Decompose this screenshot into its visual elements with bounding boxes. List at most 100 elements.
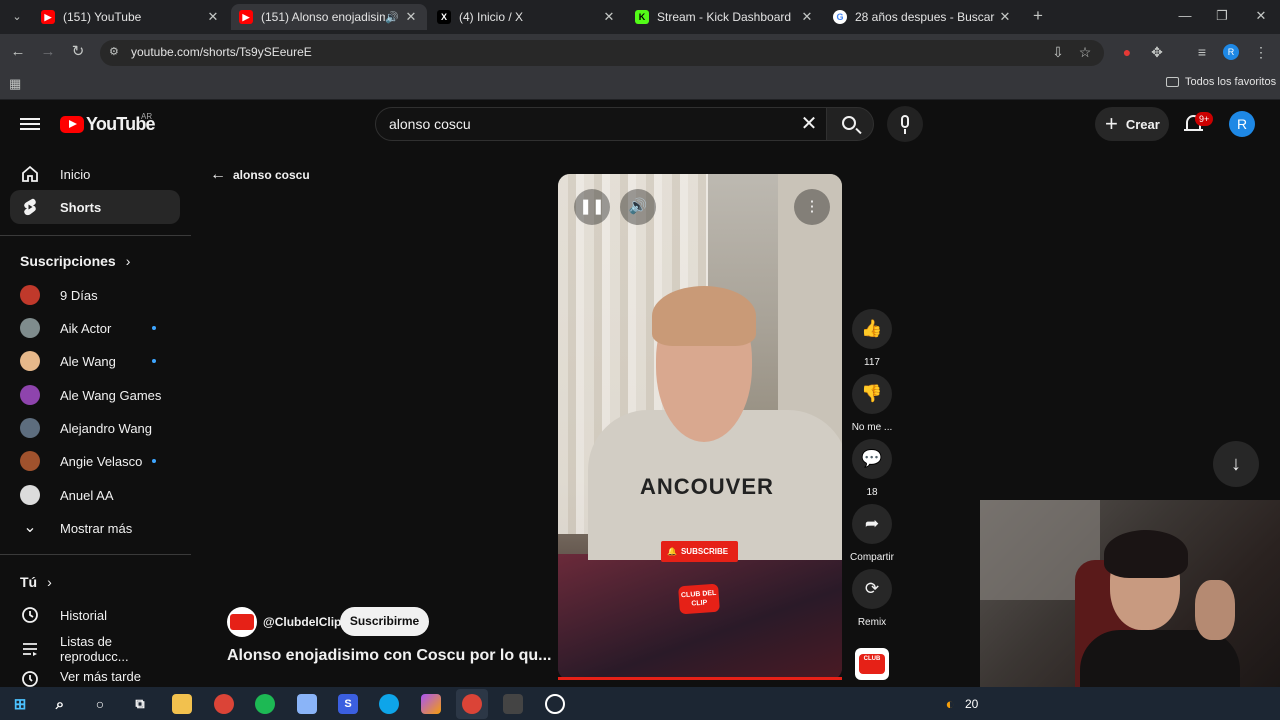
volume-icon[interactable]: 🔊 [620,189,656,225]
app-s-icon[interactable]: S [338,694,358,714]
menu-dots-icon[interactable]: ⋮ [1252,43,1270,61]
tray-app-icon[interactable]: ◐ [940,694,960,714]
create-button[interactable]: + Crear [1095,107,1169,141]
share-icon[interactable]: ➦ [852,504,892,544]
profile-avatar[interactable]: R [1223,44,1239,60]
next-short-button[interactable]: ↓ [1213,441,1259,487]
subscription-item[interactable]: 9 Días [10,278,180,312]
like-action[interactable]: 👍 117 [852,309,892,368]
clear-search-icon[interactable]: ✕ [798,113,820,135]
dislike-action[interactable]: 👎 No me ... [852,374,892,433]
close-window-button[interactable]: ✕ [1251,6,1271,26]
subscription-item[interactable]: Alejandro Wang [10,411,180,445]
minimize-button[interactable]: — [1175,6,1195,26]
extensions-puzzle-icon[interactable]: ✥ [1148,43,1166,61]
create-label: Crear [1125,116,1160,132]
close-tab-icon[interactable]: ✕ [403,9,419,25]
share-action[interactable]: ➦ Compartir [850,504,894,563]
sidebar-item-playlists[interactable]: Listas de reproducc... [10,632,180,666]
subscribe-button[interactable]: Suscribirme [340,607,429,636]
pause-button[interactable]: ❚❚ [574,189,610,225]
close-tab-icon[interactable]: ✕ [799,9,815,25]
tab-youtube[interactable]: ▶ (151) YouTube ✕ [33,4,229,30]
reload-icon[interactable]: ↻ [68,42,88,62]
tab-search-dropdown[interactable]: ⌄ [6,7,28,27]
voice-search-button[interactable] [887,106,923,142]
url-text[interactable]: youtube.com/shorts/Ts9ySEeureE [131,45,312,59]
thumbs-up-icon[interactable]: 👍 [852,309,892,349]
dislike-label: No me ... [851,422,893,433]
hamburger-menu-icon[interactable] [20,115,40,133]
tab-kick[interactable]: K Stream - Kick Dashboard ✕ [627,4,823,30]
account-avatar[interactable]: R [1229,111,1255,137]
apps-grid-icon[interactable]: ▦ [9,77,23,91]
webcam-overlay [980,500,1280,688]
channel-avatar[interactable] [227,607,257,637]
notes-icon[interactable] [297,694,317,714]
obs-icon[interactable] [545,694,565,714]
tab-google[interactable]: G 28 años despues - Buscar con G ✕ [825,4,1021,30]
remix-action[interactable]: ⟳ Remix [852,569,892,628]
close-tab-icon[interactable]: ✕ [997,9,1013,25]
restore-button[interactable]: ❐ [1212,6,1232,26]
edge-icon[interactable] [379,694,399,714]
spotify-icon[interactable] [255,694,275,714]
more-options-icon[interactable]: ⋮ [794,189,830,225]
thumbs-down-icon[interactable]: 👎 [852,374,892,414]
bookmark-star-icon[interactable]: ☆ [1076,43,1094,61]
video-title[interactable]: Alonso enojadisimo con Coscu por lo qu..… [227,647,551,665]
back-to-search[interactable]: ← alonso coscu [210,166,310,184]
back-arrow-icon[interactable]: ← [8,42,28,62]
tab-title: Stream - Kick Dashboard [657,10,792,24]
sidebar-item-shorts[interactable]: Shorts [10,190,180,224]
all-bookmarks-folder[interactable]: Todos los favoritos [1166,76,1276,88]
sidebar-item-home[interactable]: Inicio [10,157,180,191]
comment-icon[interactable]: 💬 [852,439,892,479]
channel-handle[interactable]: @ClubdelClip [263,615,341,629]
show-more-button[interactable]: ⌄ Mostrar más [10,511,180,545]
search-value[interactable]: alonso coscu [389,116,471,132]
extension-red-icon[interactable]: ● [1118,43,1136,61]
sidebar-item-watch-later[interactable]: Ver más tarde [10,665,180,687]
forward-arrow-icon[interactable]: → [38,42,58,62]
sound-thumbnail[interactable]: CLUB [855,648,889,680]
comments-action[interactable]: 💬 18 [852,439,892,498]
media-control-icon[interactable]: ≡ [1193,43,1211,61]
file-explorer-icon[interactable] [172,694,192,714]
search-button[interactable] [826,107,874,141]
subscriptions-title: Suscripciones [20,253,116,269]
subscription-item[interactable]: Ale Wang Games [10,378,180,412]
subscriptions-header[interactable]: Suscripciones › [20,253,130,269]
close-tab-icon[interactable]: ✕ [205,9,221,25]
chrome-icon[interactable] [214,694,234,714]
clock-text[interactable]: 20 [965,697,978,711]
subscription-name: Alejandro Wang [60,420,153,436]
video-progress-bar[interactable] [558,677,842,680]
channel-avatar [20,485,40,505]
tab-x[interactable]: X (4) Inicio / X ✕ [429,4,625,30]
subscription-item[interactable]: Anuel AA [10,478,180,512]
chevron-down-icon: ⌄ [23,519,37,536]
chrome-profile-icon[interactable] [462,694,482,714]
channel-avatar [20,418,40,438]
tab-active-short[interactable]: ▶ (151) Alonso enojadisimo c 🔊 ✕ [231,4,427,30]
windows-start-icon[interactable]: ⊞ [10,694,30,714]
you-header[interactable]: Tú › [20,574,52,590]
audio-playing-icon[interactable]: 🔊 [385,11,399,24]
site-info-icon[interactable]: ⚙ [109,45,123,59]
tab-title: 28 años despues - Buscar con G [855,10,997,24]
task-view-icon[interactable]: ⧉ [130,694,150,714]
sidebar-item-history[interactable]: Historial [10,598,180,632]
search-icon[interactable]: ⌕ [50,694,70,714]
tab-title: (4) Inicio / X [459,10,524,24]
new-content-dot [152,459,156,463]
kick-favicon-icon: K [635,10,649,24]
remix-icon[interactable]: ⟳ [852,569,892,609]
copilot-icon[interactable] [421,694,441,714]
new-tab-button[interactable]: + [1028,6,1048,26]
install-app-icon[interactable]: ⇩ [1049,43,1067,61]
comment-count: 18 [866,487,878,498]
cortana-icon[interactable]: ○ [90,694,110,714]
app-window-icon[interactable] [503,694,523,714]
close-tab-icon[interactable]: ✕ [601,9,617,25]
